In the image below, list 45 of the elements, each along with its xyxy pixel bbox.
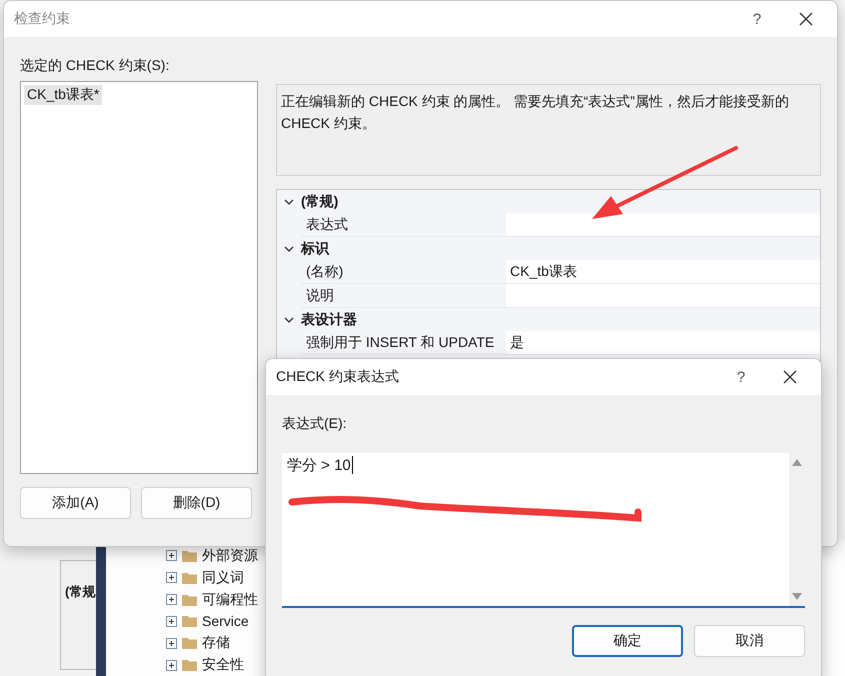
tree-item[interactable]: 存储 bbox=[202, 634, 230, 652]
dialog-button[interactable]: 取消 bbox=[694, 625, 805, 657]
help-button[interactable]: ? bbox=[737, 10, 777, 28]
expand-icon[interactable] bbox=[166, 638, 177, 649]
property-name: 强制用于 INSERT 和 UPDATE bbox=[305, 332, 496, 352]
expand-icon[interactable] bbox=[166, 572, 177, 584]
tree-item[interactable]: 可编程性 bbox=[202, 590, 258, 609]
tree-item[interactable]: 外部资源 bbox=[202, 546, 258, 565]
folder-icon bbox=[182, 594, 197, 606]
window-title: 检查约束 bbox=[14, 10, 71, 28]
expand-icon[interactable] bbox=[166, 594, 177, 606]
list-item[interactable]: CK_tb课表* bbox=[24, 85, 102, 105]
category-label: 表设计器 bbox=[301, 310, 357, 328]
field-label: 表达式(E): bbox=[282, 415, 348, 433]
folder-icon bbox=[182, 572, 197, 584]
property-value[interactable]: 是 bbox=[506, 331, 820, 354]
expand-icon[interactable] bbox=[166, 660, 177, 671]
dialog-button[interactable]: 删除(D) bbox=[141, 487, 252, 519]
dialog-button[interactable]: 添加(A) bbox=[20, 487, 131, 519]
folder-icon bbox=[182, 637, 197, 650]
folder-icon bbox=[182, 550, 197, 562]
list-label: 选定的 CHECK 约束(S): bbox=[20, 57, 170, 75]
property-name: 说明 bbox=[305, 286, 335, 304]
help-button[interactable]: ? bbox=[721, 368, 761, 386]
chevron-icon[interactable] bbox=[284, 196, 294, 206]
close-icon[interactable] bbox=[799, 12, 813, 26]
close-icon[interactable] bbox=[783, 370, 797, 384]
tree-item[interactable]: 安全性 bbox=[202, 656, 244, 674]
expand-icon[interactable] bbox=[166, 550, 177, 562]
folder-icon bbox=[182, 615, 197, 628]
tree-item[interactable]: 同义词 bbox=[202, 568, 244, 587]
folder-icon bbox=[182, 659, 197, 672]
category-label: 标识 bbox=[301, 240, 329, 258]
panel-heading: (常规 bbox=[60, 560, 96, 670]
window-title: CHECK 约束表达式 bbox=[276, 368, 400, 386]
chevron-icon[interactable] bbox=[284, 244, 294, 254]
property-name: 表达式 bbox=[305, 214, 349, 234]
description-text: 正在编辑新的 CHECK 约束 的属性。 需要先填充“表达式”属性，然后才能接受新的 CHECK 约束。 bbox=[276, 84, 821, 176]
tree-item[interactable]: Service bbox=[202, 613, 249, 630]
dialog-button[interactable]: 确定 bbox=[572, 625, 683, 657]
category-label: (常规) bbox=[301, 192, 338, 210]
property-value[interactable]: CK_tb课表 bbox=[506, 260, 820, 283]
property-name: (名称) bbox=[305, 262, 344, 281]
expand-icon[interactable] bbox=[166, 616, 177, 627]
chevron-icon[interactable] bbox=[284, 314, 294, 324]
